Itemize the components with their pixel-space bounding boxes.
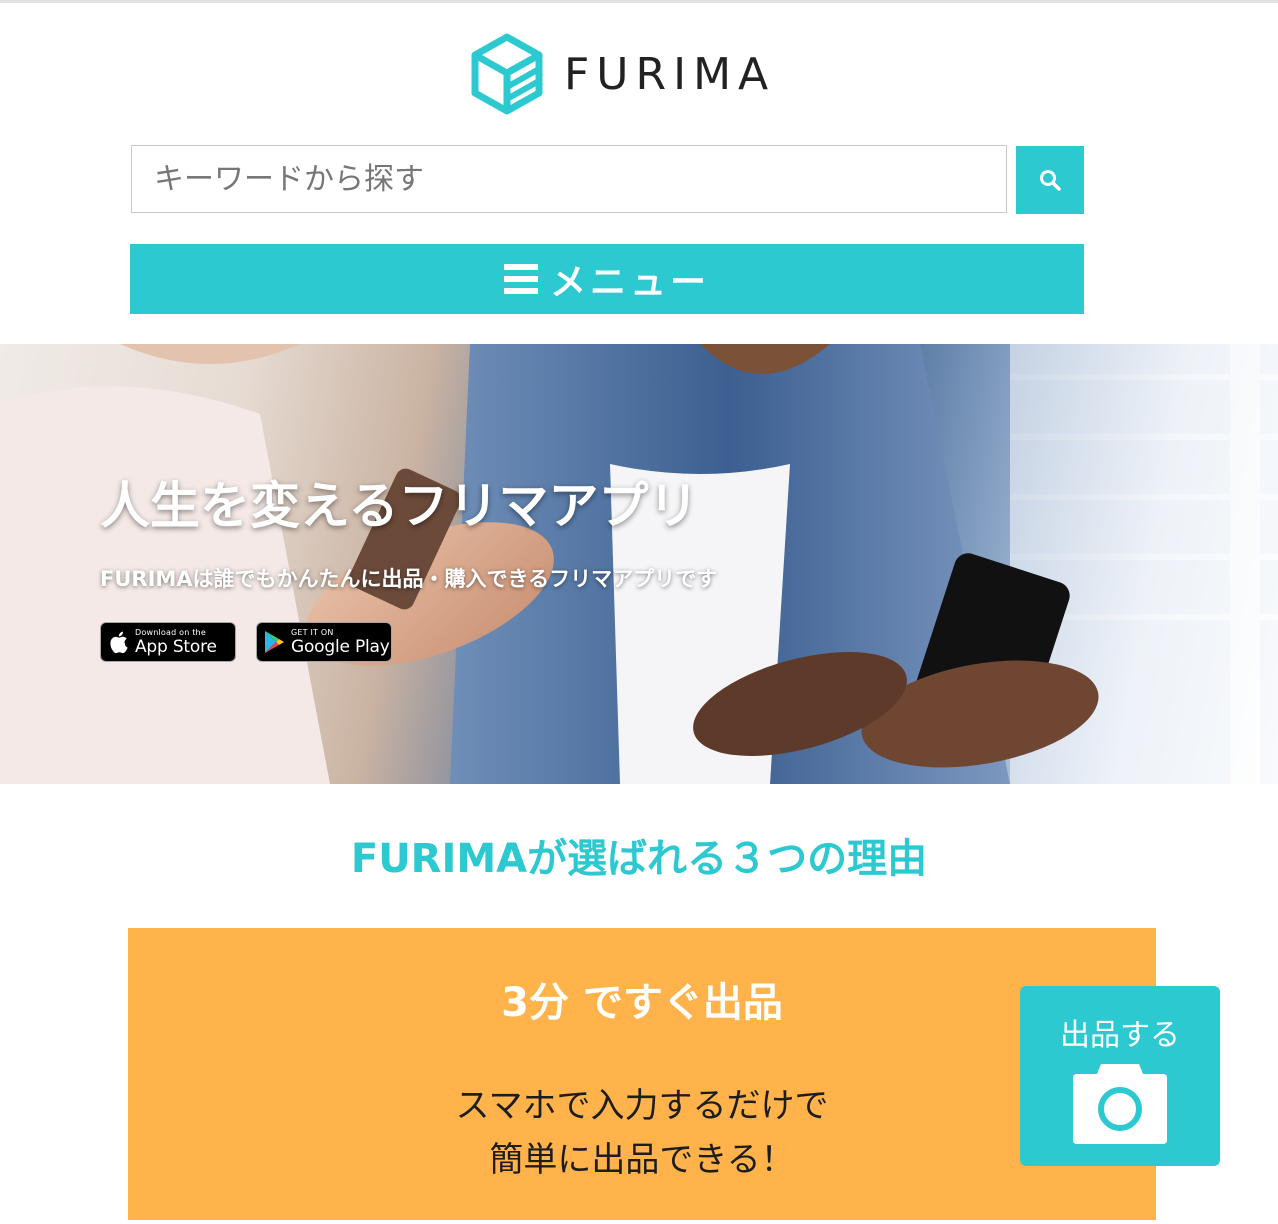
apple-icon <box>101 630 135 654</box>
hero-title: 人生を変えるフリマアプリ <box>100 477 699 535</box>
google-play-small-text: GET IT ON <box>291 627 334 637</box>
search-input[interactable] <box>131 145 1007 213</box>
reasons-section-title: FURIMAが選ばれる３つの理由 <box>350 836 928 882</box>
site-logo[interactable]: FURIMA <box>470 32 775 116</box>
google-play-big-text: Google Play <box>291 636 390 657</box>
app-store-big-text: App Store <box>135 636 217 657</box>
reason-card-text-line-2: 簡単に出品できる！ <box>489 1140 795 1180</box>
sell-button-label: 出品する <box>1060 1018 1180 1053</box>
logo-text: FURIMA <box>564 48 776 100</box>
search-button[interactable] <box>1016 146 1084 214</box>
menu-button[interactable]: メニュー <box>130 244 1084 314</box>
hero-subtitle: FURIMAは誰でもかんたんに出品・購入できるフリマアプリです <box>100 567 718 591</box>
google-play-badge[interactable]: GET IT ON Google Play <box>256 622 392 662</box>
top-border <box>0 0 1278 3</box>
sell-button[interactable]: 出品する <box>1020 986 1220 1166</box>
menu-label: メニュー <box>549 262 710 303</box>
logo-cube-icon <box>471 33 543 115</box>
google-play-icon <box>257 630 291 654</box>
app-store-small-text: Download on the <box>135 627 206 637</box>
reason-card-title: 3分 ですぐ出品 <box>501 980 783 1026</box>
search-icon <box>1040 170 1061 191</box>
hamburger-icon <box>503 264 538 294</box>
app-store-badge[interactable]: Download on the App Store <box>100 622 236 662</box>
camera-icon <box>1073 1064 1167 1144</box>
reason-card-text-line-1: スマホで入力するだけで <box>455 1086 829 1126</box>
